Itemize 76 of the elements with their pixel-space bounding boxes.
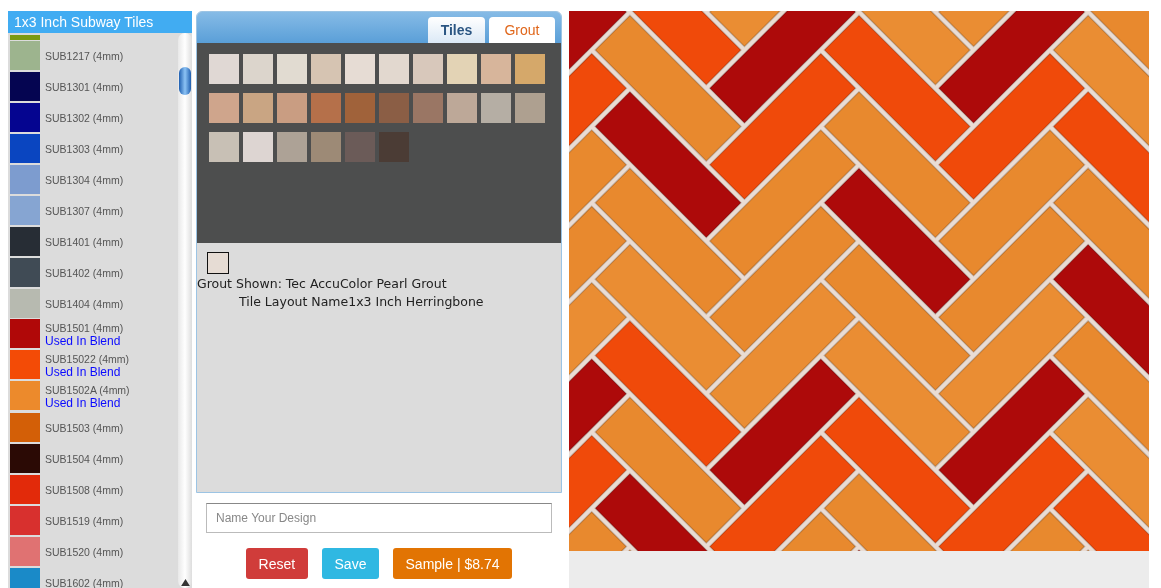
grout-swatch[interactable] — [379, 132, 409, 162]
grout-swatch[interactable] — [277, 54, 307, 84]
tile-swatch[interactable] — [10, 196, 40, 225]
grout-swatch[interactable] — [311, 132, 341, 162]
tile-swatch[interactable] — [10, 475, 40, 504]
grout-swatch[interactable] — [379, 93, 409, 123]
tile-swatch[interactable] — [10, 413, 40, 442]
grout-swatch[interactable] — [515, 54, 545, 84]
tile-name[interactable]: SUB1519 (4mm) — [45, 514, 124, 527]
grout-swatch[interactable] — [209, 132, 239, 162]
tile-swatch[interactable] — [10, 258, 40, 287]
tile-name[interactable]: SUB1502A (4mm) — [45, 384, 130, 396]
tile-swatch[interactable] — [10, 381, 40, 410]
scrollbar[interactable] — [178, 33, 192, 588]
grout-swatch[interactable] — [413, 54, 443, 84]
tile-swatch[interactable] — [10, 506, 40, 535]
tile-swatch[interactable] — [10, 134, 40, 163]
grout-swatch[interactable] — [243, 132, 273, 162]
grout-swatch[interactable] — [311, 93, 341, 123]
grout-swatch[interactable] — [277, 132, 307, 162]
tile-swatch[interactable] — [10, 350, 40, 379]
grout-swatch[interactable] — [379, 54, 409, 84]
scroll-up-icon[interactable] — [181, 579, 190, 586]
tab[interactable]: Grout — [489, 17, 555, 43]
tile-swatch[interactable] — [10, 289, 40, 318]
grout-swatch[interactable] — [515, 93, 545, 123]
reset-button[interactable]: Reset — [245, 548, 308, 579]
blend-label: Used In Blend — [45, 365, 122, 379]
tile-name[interactable]: SUB1520 (4mm) — [45, 545, 124, 558]
tile-name[interactable]: SUB1304 (4mm) — [45, 173, 124, 186]
tile-name[interactable]: SUB1303 (4mm) — [45, 142, 124, 155]
tile-swatch[interactable] — [10, 35, 40, 40]
grout-swatch[interactable] — [481, 54, 511, 84]
grout-swatch[interactable] — [447, 93, 477, 123]
tab[interactable]: Tiles — [428, 17, 485, 43]
grout-swatch[interactable] — [481, 93, 511, 123]
grout-swatch[interactable] — [345, 54, 375, 84]
tile-swatch[interactable] — [10, 227, 40, 256]
grout-swatch[interactable] — [345, 93, 375, 123]
scroll-thumb[interactable] — [179, 67, 191, 95]
tile-name[interactable]: SUB1602 (4mm) — [45, 576, 124, 588]
grout-swatch[interactable] — [243, 54, 273, 84]
grout-swatch[interactable] — [209, 54, 239, 84]
tile-name[interactable]: SUB1501 (4mm) — [45, 322, 124, 334]
tile-name[interactable]: SUB1504 (4mm) — [45, 452, 124, 465]
tile-name[interactable]: SUB1217 (4mm) — [45, 49, 124, 62]
sample-button[interactable]: Sample | $8.74 — [392, 548, 513, 579]
layout-name-text: Tile Layout Name1x3 Inch Herringbone — [238, 294, 485, 309]
grout-swatch[interactable] — [413, 93, 443, 123]
tile-name[interactable]: SUB1301 (4mm) — [45, 80, 124, 93]
design-name-field[interactable]: Name Your Design — [206, 503, 552, 533]
tile-name[interactable]: SUB1302 (4mm) — [45, 111, 124, 124]
tile-name[interactable]: SUB1503 (4mm) — [45, 421, 124, 434]
tile-swatch[interactable] — [10, 537, 40, 566]
blend-label: Used In Blend — [45, 396, 122, 410]
tile-name[interactable]: SUB1404 (4mm) — [45, 297, 124, 310]
tile-swatch[interactable] — [10, 444, 40, 473]
tile-name[interactable]: SUB1401 (4mm) — [45, 235, 124, 248]
tile-name[interactable]: SUB1508 (4mm) — [45, 483, 124, 496]
tile-swatch[interactable] — [10, 41, 40, 70]
tile-swatch[interactable] — [10, 103, 40, 132]
tile-swatch[interactable] — [10, 165, 40, 194]
grout-swatch[interactable] — [243, 93, 273, 123]
grout-swatch[interactable] — [209, 93, 239, 123]
grout-swatch[interactable] — [345, 132, 375, 162]
grout-swatch[interactable] — [311, 54, 341, 84]
tile-name[interactable]: SUB15022 (4mm) — [45, 353, 130, 365]
grout-swatch[interactable] — [447, 54, 477, 84]
grout-shown-text: Grout Shown: Tec AccuColor Pearl Grout — [197, 276, 448, 291]
tile-name[interactable]: SUB1402 (4mm) — [45, 266, 124, 279]
blend-label: Used In Blend — [45, 334, 122, 348]
tile-name[interactable]: SUB1307 (4mm) — [45, 204, 124, 217]
grout-swatch[interactable] — [277, 93, 307, 123]
tile-swatch[interactable] — [10, 319, 40, 348]
tile-swatch[interactable] — [10, 72, 40, 101]
panel-title: 1x3 Inch Subway Tiles — [8, 11, 192, 33]
